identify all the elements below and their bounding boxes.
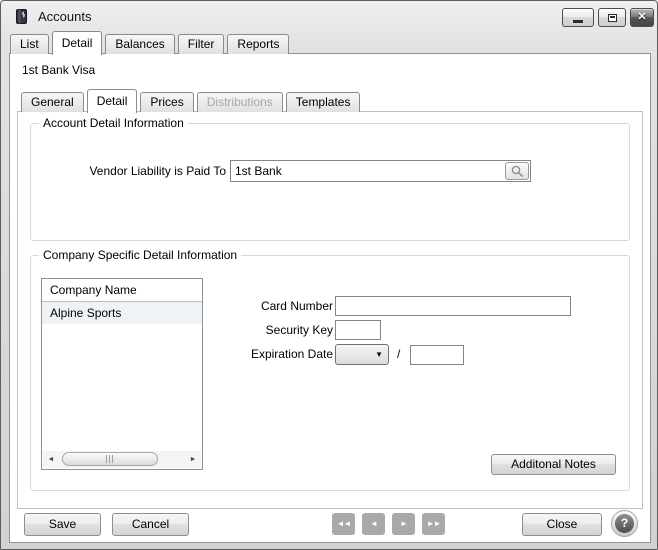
company-detail-group-title: Company Specific Detail Information [39,248,241,262]
first-record-icon[interactable]: ◄◄ [332,513,355,535]
minimize-button[interactable] [562,8,594,27]
card-number-label: Card Number [206,299,333,313]
magnifier-icon [510,164,524,178]
subtab-distributions: Distributions [197,92,283,112]
window-title: Accounts [38,9,91,24]
scrollbar-track[interactable] [59,451,185,468]
account-detail-group: Account Detail Information Vendor Liabil… [30,123,630,241]
question-icon: ? [615,514,634,533]
account-detail-group-title: Account Detail Information [39,116,188,130]
expiration-month-dropdown[interactable]: ▼ [335,344,389,365]
save-button[interactable]: Save [24,513,101,536]
company-list-header: Company Name [42,279,202,302]
ledger-app-icon [14,8,29,25]
company-detail-group: Company Specific Detail Information Comp… [30,255,630,491]
restore-icon [608,14,617,22]
company-list-item[interactable]: Alpine Sports [42,302,202,324]
restore-button[interactable] [598,8,626,27]
help-button[interactable]: ? [611,510,638,537]
next-record-icon[interactable]: ► [392,513,415,535]
scroll-left-icon[interactable]: ◄ [43,451,59,468]
vendor-lookup-button[interactable] [505,162,529,180]
tab-list[interactable]: List [10,34,49,54]
record-navigation: ◄◄ ◄ ► ►► [332,513,445,535]
close-icon: ✕ [637,12,646,23]
window-controls: ✕ [562,8,654,27]
subtab-general[interactable]: General [21,92,84,112]
subtab-prices[interactable]: Prices [140,92,193,112]
security-key-input[interactable] [335,320,381,340]
previous-record-icon[interactable]: ◄ [362,513,385,535]
vendor-paid-to-field [230,160,531,182]
close-window-button[interactable]: ✕ [630,8,654,27]
expiration-year-input[interactable] [410,345,464,365]
detail-page: 1st Bank Visa General Detail Prices Dist… [9,53,651,543]
last-record-icon[interactable]: ►► [422,513,445,535]
record-title: 1st Bank Visa [22,63,95,77]
title-bar[interactable]: Accounts ✕ [1,1,657,31]
expiration-separator: / [397,347,400,361]
detail-tab-panel: Account Detail Information Vendor Liabil… [17,111,643,509]
card-number-input[interactable] [335,296,571,316]
tab-detail[interactable]: Detail [52,31,103,55]
scrollbar-thumb[interactable] [62,452,158,466]
tab-filter[interactable]: Filter [178,34,225,54]
minimize-icon [573,20,583,23]
cancel-button[interactable]: Cancel [112,513,189,536]
vendor-paid-to-label: Vendor Liability is Paid To [31,164,226,178]
vendor-paid-to-input[interactable] [231,161,504,181]
security-key-label: Security Key [206,323,333,337]
company-list-hscrollbar[interactable]: ◄ ► [43,451,201,468]
tab-balances[interactable]: Balances [105,34,174,54]
company-list: Company Name Alpine Sports ◄ ► [41,278,203,470]
main-tab-strip: List Detail Balances Filter Reports [10,31,292,54]
chevron-down-icon: ▼ [375,351,383,359]
expiration-date-label: Expiration Date [206,347,333,361]
tab-reports[interactable]: Reports [227,34,289,54]
additional-notes-button[interactable]: Additonal Notes [491,454,616,475]
subtab-templates[interactable]: Templates [286,92,361,112]
scroll-right-icon[interactable]: ► [185,451,201,468]
close-button[interactable]: Close [522,513,602,536]
subtab-detail[interactable]: Detail [87,89,138,113]
scrollbar-grip-icon [106,455,114,463]
sub-tab-strip: General Detail Prices Distributions Temp… [21,87,363,112]
accounts-window: Accounts ✕ List Detail Balances Filter R… [0,0,658,550]
